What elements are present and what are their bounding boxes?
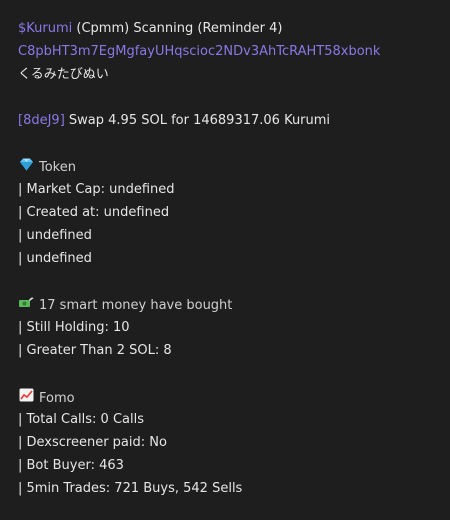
ticker-link[interactable]: $Kurumi — [18, 21, 72, 36]
contract-address-link[interactable]: C8pbHT3m7EgMgfayUHqscioc2NDv3AhTcRAHT58x… — [18, 43, 380, 61]
swap-line: [8deJ9] Swap 4.95 SOL for 14689317.06 Ku… — [18, 112, 330, 130]
smart-money-section-title: 17 smart money have bought — [18, 296, 232, 315]
fomo-line: | Total Calls: 0 Calls — [18, 412, 145, 427]
fomo-title: Fomo — [39, 391, 75, 406]
fomo-line: | 5min Trades: 721 Buys, 542 Sells — [18, 481, 243, 496]
title-line: $Kurumi (Cpmm) Scanning (Reminder 4) — [18, 20, 283, 38]
token-line: | undefined — [18, 251, 92, 266]
swap-text: Swap 4.95 SOL for 14689317.06 Kurumi — [64, 113, 331, 128]
message-body: $Kurumi (Cpmm) Scanning (Reminder 4) C8p… — [0, 0, 450, 520]
fomo-section-title: Fomo — [18, 388, 75, 408]
smart-money-title: 17 smart money have bought — [39, 298, 233, 313]
token-line: | Market Cap: undefined — [18, 182, 175, 197]
token-line: | undefined — [18, 228, 92, 243]
money-wings-icon — [18, 296, 34, 315]
token-title: Token — [39, 160, 76, 175]
fomo-line: | Bot Buyer: 463 — [18, 458, 124, 473]
smart-money-line: | Greater Than 2 SOL: 8 — [18, 343, 172, 358]
token-section-title: Token — [18, 158, 76, 177]
token-name: くるみたびぬい — [18, 67, 109, 82]
wallet-link[interactable]: [8deJ9] — [18, 113, 65, 128]
gem-icon — [18, 158, 34, 177]
chart-increasing-icon — [18, 388, 34, 408]
title-text: (Cpmm) Scanning (Reminder 4) — [72, 21, 283, 36]
smart-money-line: | Still Holding: 10 — [18, 320, 130, 335]
token-line: | Created at: undefined — [18, 205, 170, 220]
fomo-line: | Dexscreener paid: No — [18, 435, 167, 450]
